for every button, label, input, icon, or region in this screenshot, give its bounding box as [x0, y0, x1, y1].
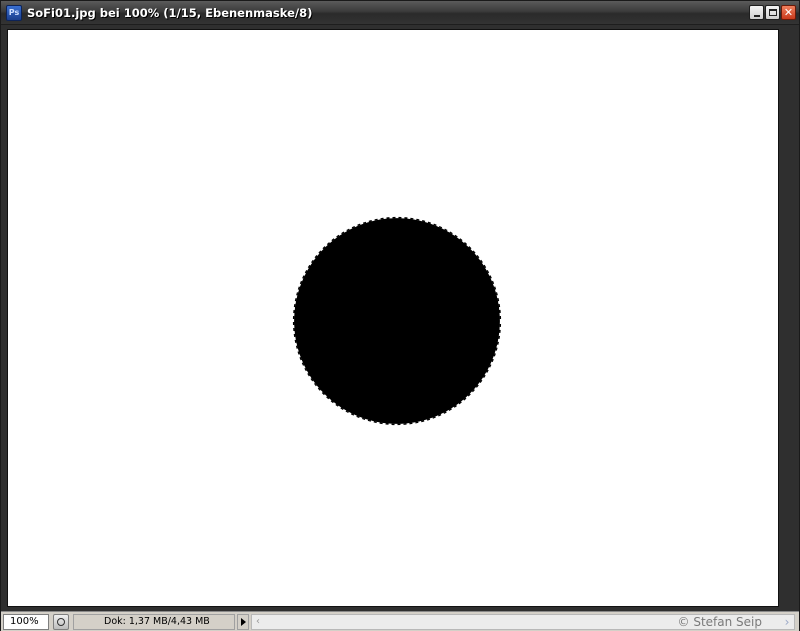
status-bar: 100% Dok: 1,37 MB/4,43 MB ‹ © Stefan Sei…	[1, 611, 799, 631]
image-canvas[interactable]	[7, 29, 779, 607]
photoshop-icon[interactable]: Ps	[6, 5, 22, 21]
scroll-right-icon[interactable]: ›	[780, 615, 794, 629]
window-title: SoFi01.jpg bei 100% (1/15, Ebenenmaske/8…	[27, 6, 313, 20]
play-triangle-icon	[241, 618, 246, 626]
vertical-scroll-area[interactable]	[781, 29, 799, 607]
title-bar[interactable]: Ps SoFi01.jpg bei 100% (1/15, Ebenenmask…	[1, 1, 799, 25]
copyright-watermark: © Stefan Seip	[677, 615, 762, 629]
canvas-artwork	[8, 30, 778, 606]
minimize-button[interactable]	[749, 5, 764, 20]
zoom-field[interactable]: 100%	[3, 614, 49, 630]
document-info: Dok: 1,37 MB/4,43 MB	[73, 614, 235, 630]
black-disc-mask	[294, 218, 500, 424]
maximize-button[interactable]	[765, 5, 780, 20]
scroll-left-icon[interactable]: ‹	[252, 615, 264, 629]
maximize-icon	[769, 9, 777, 16]
document-window: Ps SoFi01.jpg bei 100% (1/15, Ebenenmask…	[0, 0, 800, 631]
horizontal-scrollbar[interactable]: ‹ © Stefan Seip ›	[251, 614, 795, 630]
status-button[interactable]	[53, 614, 69, 630]
minimize-icon	[754, 15, 760, 17]
close-icon: ✕	[783, 6, 794, 19]
clock-icon	[57, 618, 65, 626]
status-menu-button[interactable]	[237, 614, 249, 630]
close-button[interactable]: ✕	[781, 5, 796, 20]
